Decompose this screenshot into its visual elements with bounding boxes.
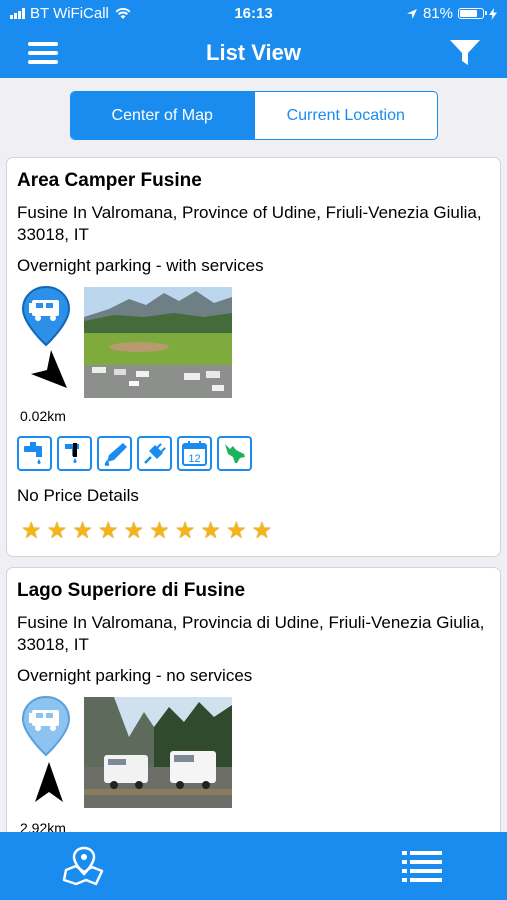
pets-icon[interactable] bbox=[217, 436, 252, 471]
nav-bar: List View bbox=[0, 28, 507, 78]
water-tap-icon[interactable] bbox=[17, 436, 52, 471]
star-icon: ★ bbox=[21, 517, 42, 543]
star-icon: ★ bbox=[72, 517, 93, 543]
motorhome-pin-icon bbox=[21, 695, 71, 757]
battery-icon bbox=[458, 8, 487, 19]
star-icon: ★ bbox=[200, 517, 221, 543]
star-icon: ★ bbox=[123, 517, 145, 543]
star-icon: ★ bbox=[149, 517, 170, 543]
location-segmented-control: Center of Map Current Location bbox=[70, 91, 438, 140]
amenities-list: 12 bbox=[17, 436, 252, 471]
calendar-icon[interactable]: 12 bbox=[177, 436, 212, 471]
star-icon: ★ bbox=[97, 517, 119, 543]
segment-center-of-map[interactable]: Center of Map bbox=[71, 92, 254, 139]
map-pin-icon[interactable] bbox=[62, 846, 106, 886]
star-icon: ★ bbox=[46, 517, 68, 543]
electricity-icon[interactable] bbox=[137, 436, 172, 471]
page-title: List View bbox=[206, 40, 301, 65]
listing-photo bbox=[84, 697, 232, 808]
segment-current-location[interactable]: Current Location bbox=[253, 92, 438, 139]
listing-name: Lago Superiore di Fusine bbox=[17, 580, 246, 601]
star-icon: ★ bbox=[251, 517, 273, 543]
listing-photo bbox=[84, 287, 232, 398]
listing-card[interactable]: Area Camper Fusine Fusine In Valromana, … bbox=[6, 157, 501, 557]
listing-card[interactable]: Lago Superiore di Fusine Fusine In Valro… bbox=[6, 567, 501, 867]
calendar-day: 12 bbox=[188, 453, 200, 465]
listing-name: Area Camper Fusine bbox=[17, 170, 202, 191]
listing-parking-type: Overnight parking - no services bbox=[17, 666, 253, 685]
list-icon[interactable] bbox=[402, 849, 442, 883]
bottom-tab-bar bbox=[0, 832, 507, 900]
status-bar: BT WiFiCall 16:13 81% bbox=[0, 0, 507, 28]
listing-address: Fusine In Valromana, Province of Udine, … bbox=[17, 203, 482, 244]
listing-parking-type: Overnight parking - with services bbox=[17, 256, 264, 275]
star-icon: ★ bbox=[226, 517, 247, 543]
listing-price: No Price Details bbox=[17, 486, 139, 505]
drain-icon[interactable] bbox=[57, 436, 92, 471]
listing-address: Fusine In Valromana, Provincia di Udine,… bbox=[17, 613, 485, 654]
filter-icon[interactable] bbox=[449, 39, 481, 67]
battery-percent: 81% bbox=[422, 5, 453, 22]
rating-stars: ★ ★ ★ ★ ★ ★ ★ ★ ★ ★ bbox=[21, 519, 272, 542]
motorhome-pin-icon bbox=[21, 285, 71, 347]
star-icon: ★ bbox=[174, 517, 196, 543]
location-arrow-icon bbox=[406, 8, 417, 19]
battery-fill bbox=[460, 10, 477, 17]
toilet-dump-icon[interactable] bbox=[97, 436, 132, 471]
listing-distance: 0.02km bbox=[20, 408, 66, 424]
charging-icon bbox=[489, 7, 497, 20]
direction-arrow-icon bbox=[31, 350, 67, 388]
direction-arrow-icon bbox=[35, 762, 63, 802]
